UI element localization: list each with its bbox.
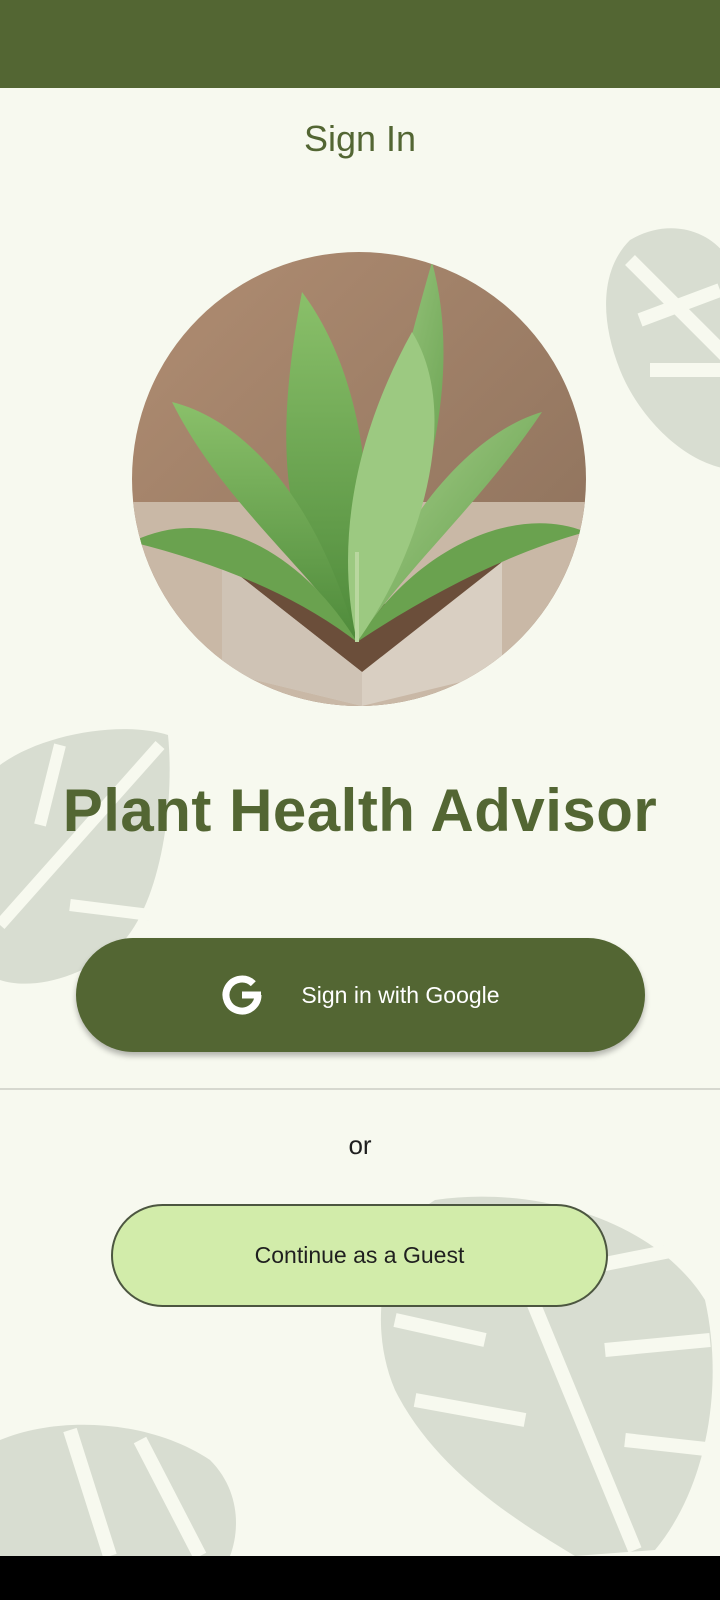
google-g-icon [221,974,263,1016]
page-title: Sign In [303,118,417,159]
status-bar [0,0,720,88]
monstera-leaf-top-right-decoration [606,228,720,468]
continue-as-guest-button[interactable]: Continue as a Guest [111,1204,608,1307]
google-button-label: Sign in with Google [301,981,500,1008]
navigation-bar [0,1556,720,1600]
or-separator-label: or [348,1130,372,1160]
app-name-heading: Plant Health Advisor [62,777,658,844]
plant-hero-image [132,252,586,706]
guest-button-label: Continue as a Guest [254,1242,465,1268]
section-divider [0,1088,720,1090]
sign-in-with-google-button[interactable]: Sign in with Google [76,938,645,1052]
monstera-leaf-bottom-left-decoration [0,1424,236,1556]
